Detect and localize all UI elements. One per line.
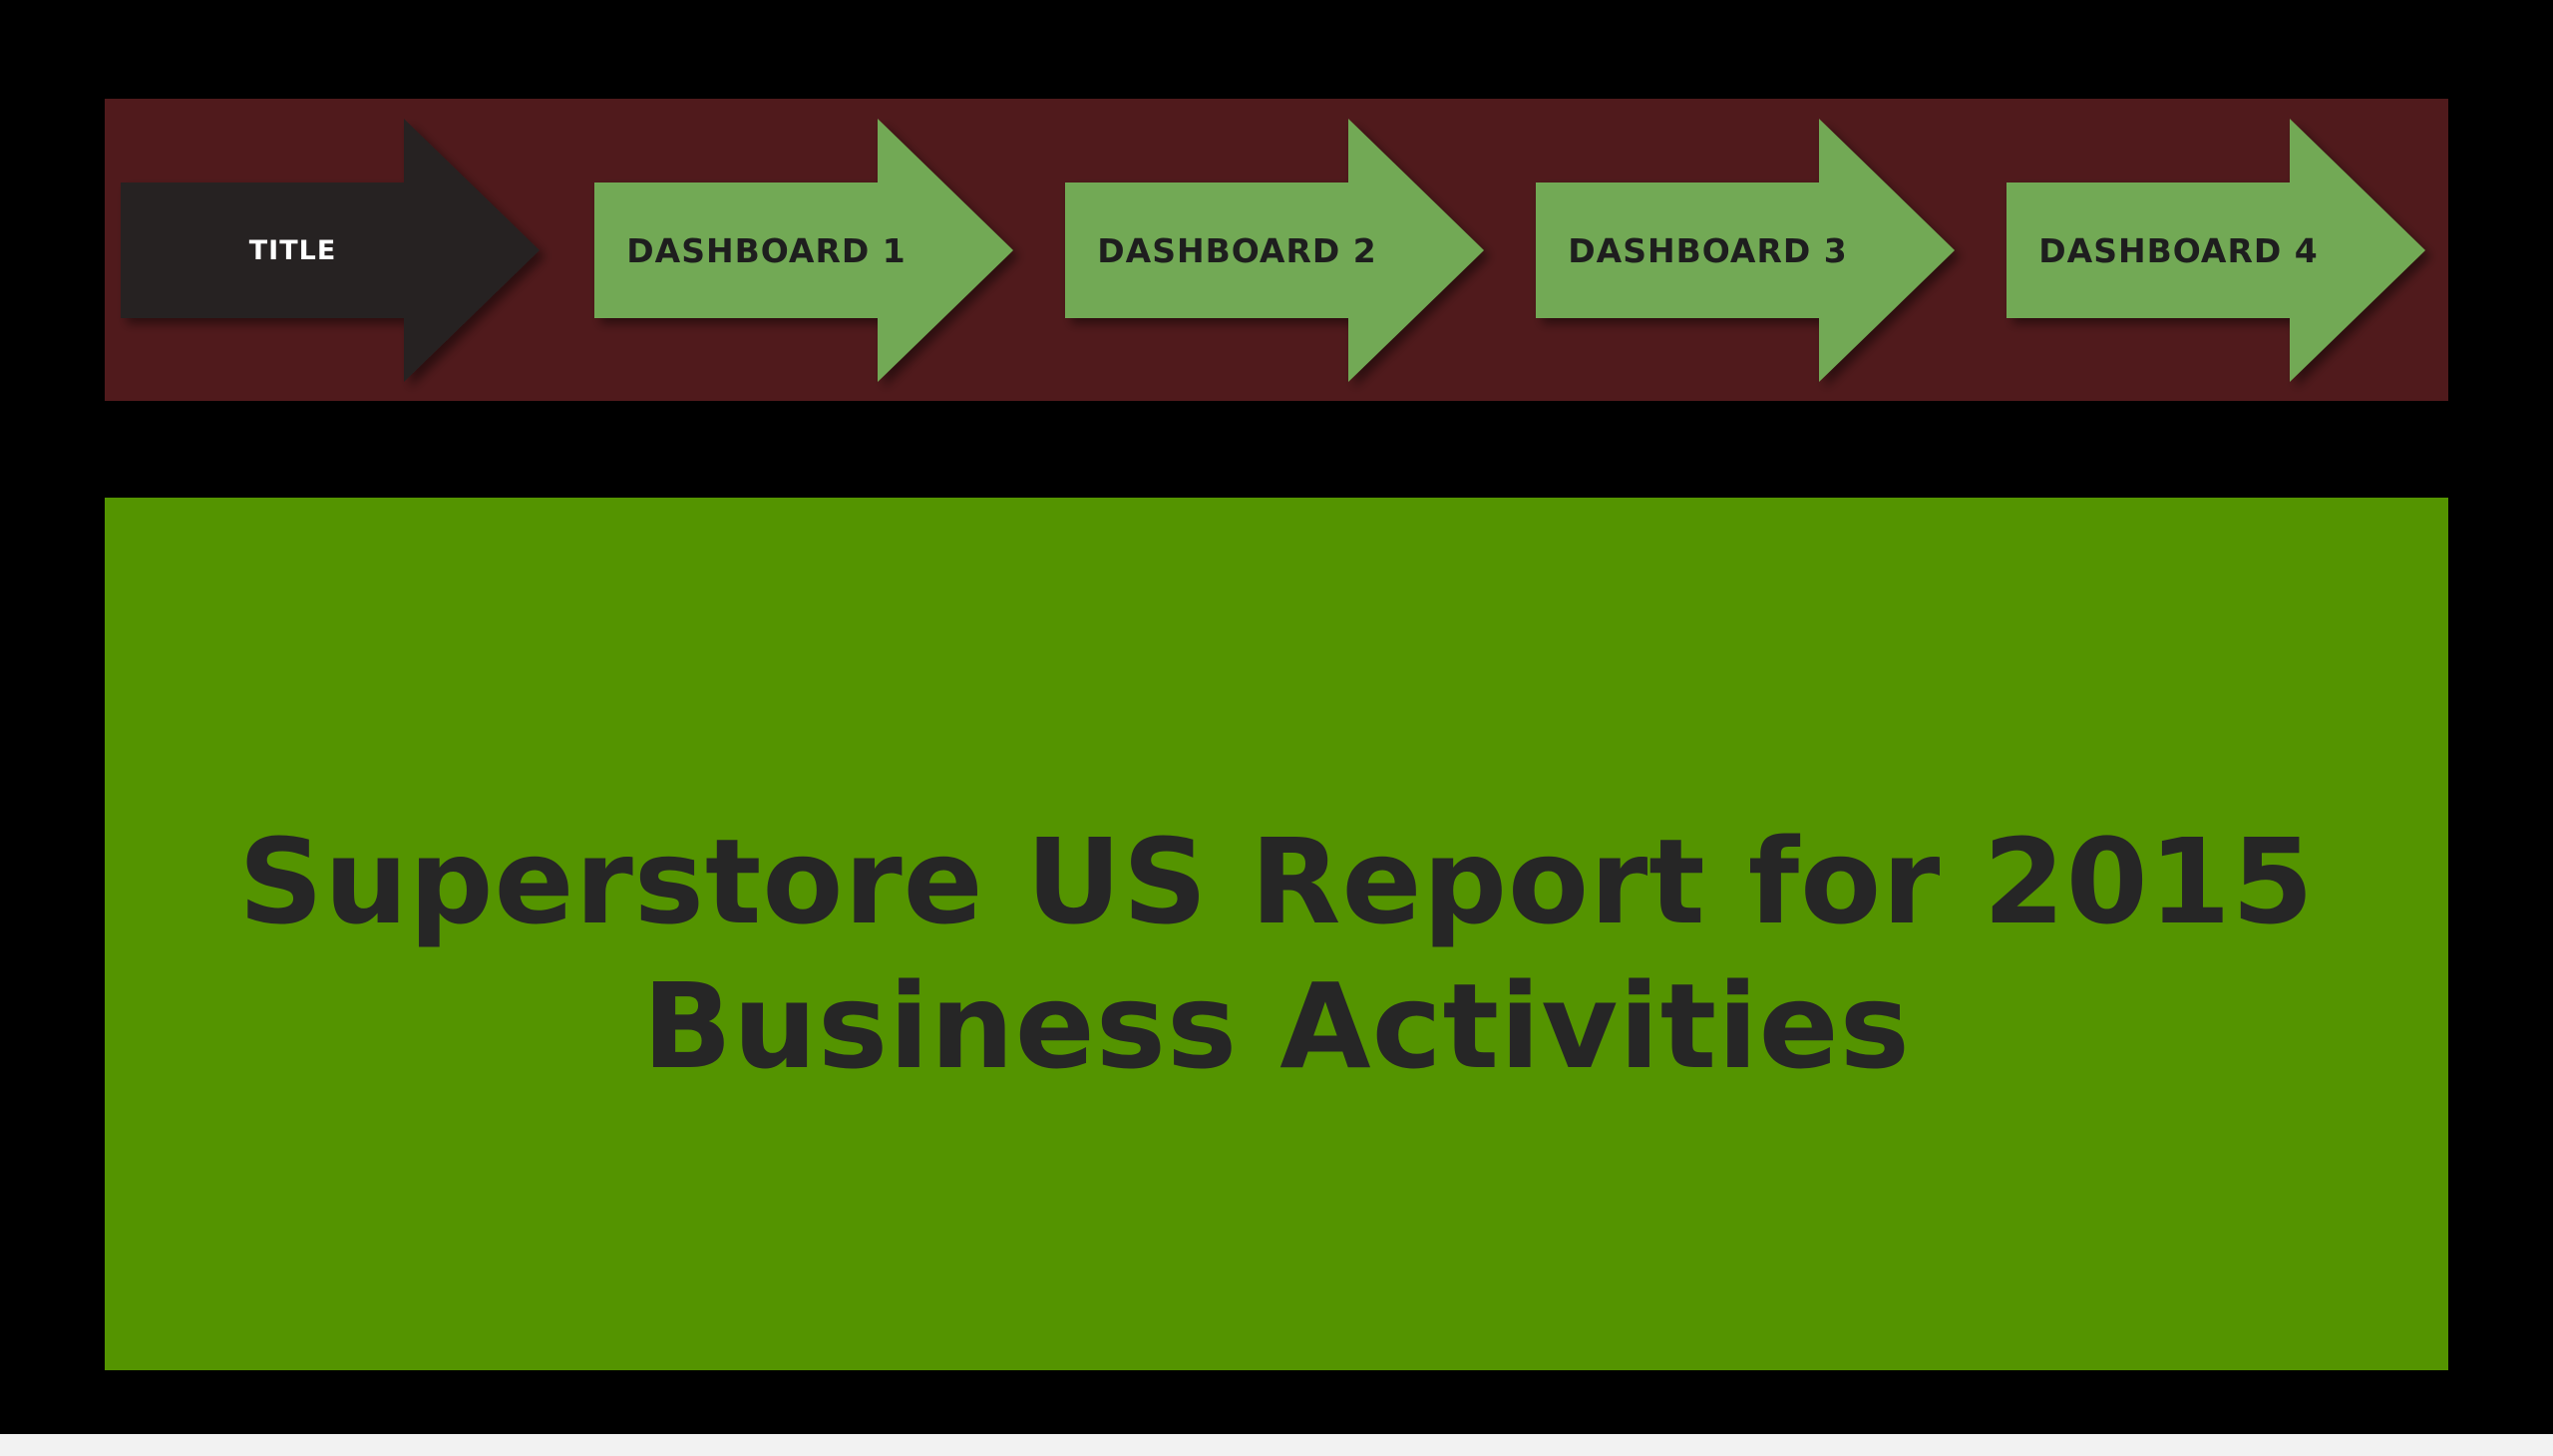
nav-button-dashboard-3[interactable]: DASHBOARD 3 <box>1536 119 1955 382</box>
arrow-right-icon <box>1536 119 1955 382</box>
bottom-strip <box>0 1434 2553 1456</box>
report-title-line-1: Superstore US Report for 2015 <box>238 812 2315 950</box>
dashboard-canvas: TITLE DASHBOARD 1 DASHBOARD 2 DASHBOARD … <box>0 0 2553 1456</box>
title-panel: Superstore US Report for 2015 Business A… <box>105 498 2448 1370</box>
arrow-right-icon <box>2006 119 2425 382</box>
nav-button-title[interactable]: TITLE <box>121 119 540 382</box>
arrow-right-icon <box>1065 119 1484 382</box>
nav-button-dashboard-1[interactable]: DASHBOARD 1 <box>594 119 1013 382</box>
arrow-right-icon <box>121 119 540 382</box>
nav-button-dashboard-4[interactable]: DASHBOARD 4 <box>2006 119 2425 382</box>
arrow-right-icon <box>594 119 1013 382</box>
nav-button-dashboard-2[interactable]: DASHBOARD 2 <box>1065 119 1484 382</box>
report-title: Superstore US Report for 2015 Business A… <box>238 810 2315 1099</box>
navigation-bar: TITLE DASHBOARD 1 DASHBOARD 2 DASHBOARD … <box>105 99 2448 401</box>
report-title-line-2: Business Activities <box>642 956 1911 1095</box>
